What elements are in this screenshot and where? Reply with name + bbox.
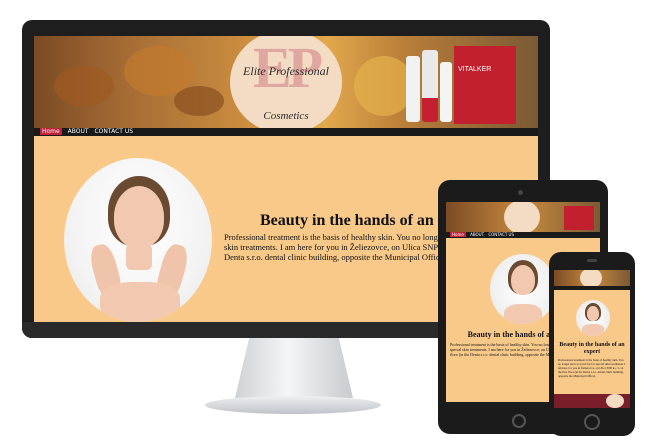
nav-contact[interactable]: CONTACT US	[94, 128, 133, 135]
product-box: VITALKER	[454, 46, 516, 124]
product-bottle	[406, 56, 420, 122]
logo-name: Elite Professional	[243, 64, 329, 78]
monitor-base	[205, 396, 381, 414]
nav-bar: Home ABOUT CONTACT US	[34, 128, 538, 136]
speaker-icon	[587, 259, 597, 262]
nav-about[interactable]: ABOUT	[470, 232, 484, 237]
logo-sub: Cosmetics	[263, 110, 309, 122]
hero-text: Professional treatment is the basis of h…	[558, 358, 626, 378]
home-button[interactable]	[512, 414, 526, 428]
nav-home[interactable]: Home	[450, 232, 466, 237]
model-portrait	[64, 158, 212, 322]
nav-home[interactable]: Home	[40, 128, 62, 135]
monitor-stand	[235, 338, 353, 398]
product-bottle	[440, 62, 452, 122]
hero-heading: Beauty in the hands of an expert	[559, 342, 625, 355]
nav-bar: Home ABOUT CONTACT US	[446, 232, 600, 238]
product-bottle	[422, 50, 438, 122]
site-header-banner	[446, 202, 600, 234]
nav-about[interactable]: ABOUT	[68, 128, 89, 135]
site-header-banner: EP Elite Professional Cosmetics VITALKER	[34, 36, 538, 128]
phone-device: Beauty in the hands of an expert Profess…	[549, 252, 635, 436]
nav-bar	[554, 286, 630, 290]
model-portrait	[576, 300, 610, 336]
phone-screen: Beauty in the hands of an expert Profess…	[554, 270, 630, 408]
product-label: VITALKER	[458, 66, 492, 73]
site-header-banner	[554, 270, 630, 288]
footer-logo	[606, 394, 624, 408]
camera-icon	[518, 190, 523, 195]
brand-logo[interactable]: EP Elite Professional Cosmetics	[230, 36, 342, 128]
model-portrait	[490, 254, 556, 324]
home-button[interactable]	[584, 414, 600, 430]
nav-contact[interactable]: CONTACT US	[488, 232, 514, 237]
brand-logo[interactable]	[504, 202, 540, 234]
